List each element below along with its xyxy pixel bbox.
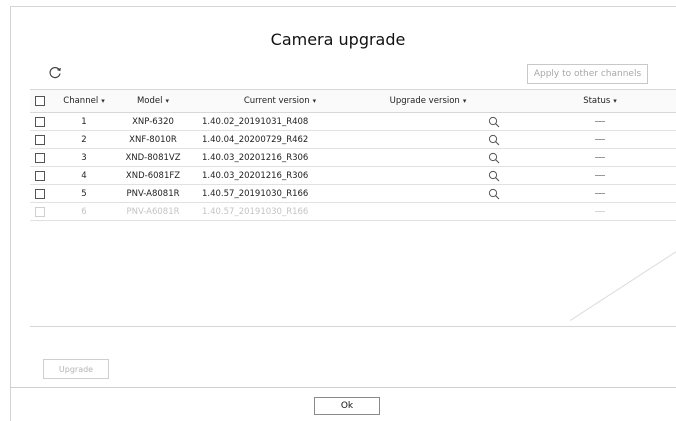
header-channel[interactable]: Channel ▾ [62,90,106,112]
current-version-cell: 1.40.03_20201216_R306 [202,152,309,163]
header-upgrade-version[interactable]: Upgrade version ▾ [360,90,496,112]
search-icon[interactable] [486,131,502,148]
search-icon[interactable] [486,167,502,184]
select-all-cell [35,90,47,112]
current-version-cell: 1.40.02_20191031_R408 [202,116,309,127]
row-checkbox-cell [35,149,47,166]
row-checkbox-cell [35,185,47,202]
table-header: Channel ▾ Model ▾ Current version ▾ Upgrade… [30,89,676,113]
caret-down-icon: ▾ [462,97,467,105]
model-cell: XNP-6320 [132,116,174,127]
status-dash: — [595,193,605,194]
header-current-version-label: Current version [243,96,310,106]
caret-down-icon: ▾ [613,97,617,105]
status-cell: — [550,113,650,130]
current-version-cell: 1.40.03_20201216_R306 [202,170,309,181]
current-version-cell: 1.40.57_20191030_R166 [202,188,309,199]
channel-cell: 3 [81,152,87,163]
search-icon[interactable] [486,185,502,202]
model-cell: PNV-A6081R [126,206,180,217]
upgrade-button[interactable]: Upgrade [43,359,109,379]
caret-down-icon: ▾ [165,97,170,105]
camera-table: Channel ▾ Model ▾ Current version ▾ Upgrade… [30,89,676,221]
status-dash: — [595,121,605,122]
header-current-version[interactable]: Current version ▾ [220,90,340,112]
header-upgrade-version-label: Upgrade version [389,96,460,106]
ok-button[interactable]: Ok [314,397,380,415]
table-row[interactable]: 2 XNF-8010R 1.40.04_20200729_R462 — [30,131,676,149]
status-dash: — [595,211,605,212]
status-cell: — [550,185,650,202]
refresh-icon[interactable] [47,64,63,80]
row-checkbox[interactable] [35,116,45,127]
table-row[interactable]: 4 XND-6081FZ 1.40.03_20201216_R306 — [30,167,676,185]
model-cell: XND-8081VZ [125,152,181,163]
channel-cell: 5 [81,188,87,199]
channel-cell: 4 [81,170,87,181]
status-dash: — [595,157,605,158]
row-checkbox-cell [35,113,47,130]
header-status[interactable]: Status ▾ [550,90,650,112]
row-checkbox-cell [35,167,47,184]
search-icon[interactable] [486,149,502,166]
row-checkbox-cell [35,203,47,220]
row-checkbox-cell [35,131,47,148]
status-cell: — [550,203,650,220]
header-model-label: Model [136,96,163,106]
table-row[interactable]: 5 PNV-A8081R 1.40.57_20191030_R166 — [30,185,676,203]
row-checkbox[interactable] [35,152,45,163]
select-all-checkbox[interactable] [35,96,45,106]
row-checkbox [35,206,45,217]
header-model[interactable]: Model ▾ [112,90,194,112]
row-checkbox[interactable] [35,188,45,199]
header-status-label: Status [583,96,611,106]
table-row: 6 PNV-A6081R 1.40.57_20191030_R166 — [30,203,676,221]
channel-cell: 6 [81,206,87,217]
apply-to-other-channels-button[interactable]: Apply to other channels [527,64,648,84]
row-checkbox[interactable] [35,170,45,181]
channel-cell: 2 [81,134,87,145]
channel-cell: 1 [81,116,87,127]
status-dash: — [595,175,605,176]
search-icon[interactable] [486,113,502,130]
dialog-title: Camera upgrade [270,30,406,49]
status-cell: — [550,131,650,148]
header-channel-label: Channel [63,96,99,106]
caret-down-icon: ▾ [101,97,105,105]
model-cell: XNF-8010R [129,134,177,145]
current-version-cell: 1.40.57_20191030_R166 [202,206,309,217]
table-row[interactable]: 3 XND-8081VZ 1.40.03_20201216_R306 — [30,149,676,167]
model-cell: XND-6081FZ [125,170,181,181]
current-version-cell: 1.40.04_20200729_R462 [202,134,309,145]
table-bottom-divider [30,326,676,327]
status-dash: — [595,139,605,140]
footer-divider [10,387,676,388]
caret-down-icon: ▾ [312,97,317,105]
status-cell: — [550,149,650,166]
model-cell: PNV-A8081R [126,188,180,199]
status-cell: — [550,167,650,184]
table-row[interactable]: 1 XNP-6320 1.40.02_20191031_R408 — [30,113,676,131]
row-checkbox[interactable] [35,134,45,145]
